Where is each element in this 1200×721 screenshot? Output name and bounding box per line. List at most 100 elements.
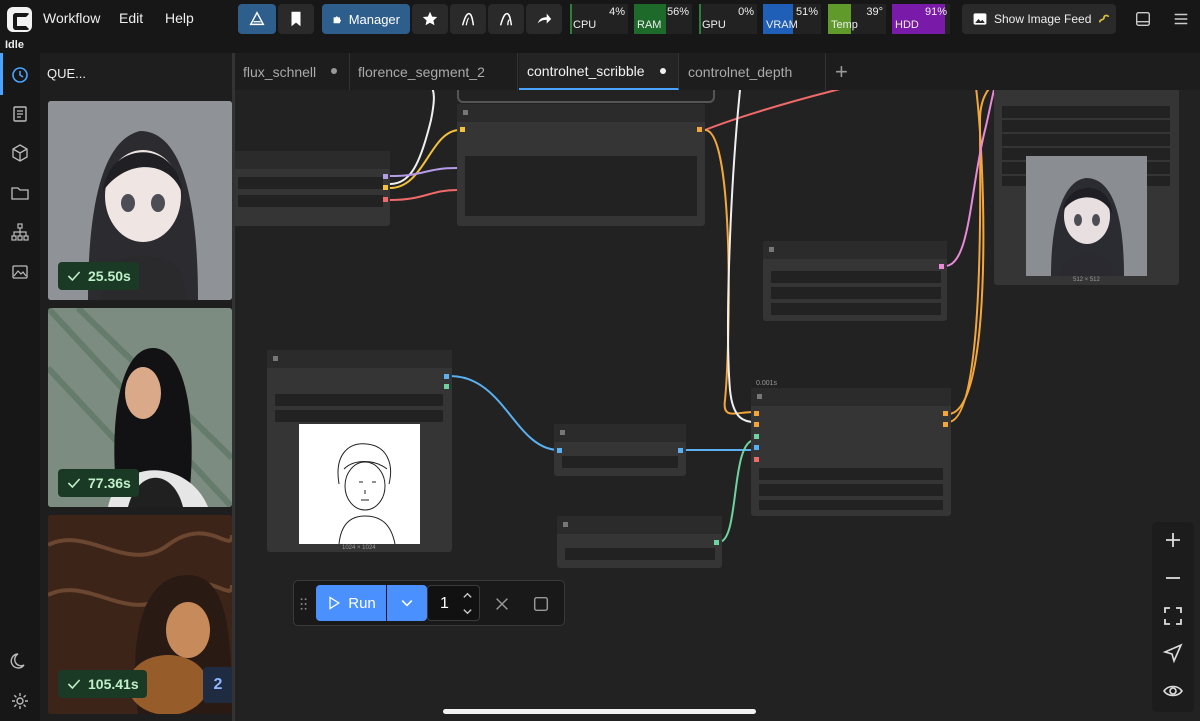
unsaved-dot-icon bbox=[331, 68, 337, 74]
input-port[interactable] bbox=[754, 411, 759, 416]
cube-icon[interactable] bbox=[10, 143, 30, 163]
settings-gear-icon[interactable] bbox=[10, 691, 30, 711]
star-icon[interactable] bbox=[412, 4, 448, 34]
gallery-icon[interactable] bbox=[10, 262, 30, 282]
sidebar bbox=[0, 53, 40, 721]
menu-edit[interactable]: Edit bbox=[119, 10, 143, 26]
node-widget[interactable] bbox=[562, 456, 678, 468]
node-loader[interactable] bbox=[235, 151, 390, 226]
node-preprocessor[interactable] bbox=[554, 424, 686, 476]
output-port[interactable] bbox=[383, 185, 388, 190]
tab-controlnet-scribble[interactable]: controlnet_scribble bbox=[519, 53, 679, 90]
zoom-out-icon[interactable] bbox=[1162, 567, 1184, 589]
node-widget[interactable] bbox=[275, 410, 443, 422]
node-widget[interactable] bbox=[759, 500, 943, 510]
tab-florence-segment-2[interactable]: florence_segment_2 bbox=[350, 53, 518, 90]
node-load-image[interactable]: 1024 × 1024 bbox=[267, 350, 452, 552]
output-port[interactable] bbox=[444, 374, 449, 379]
node-apply-controlnet[interactable] bbox=[751, 388, 951, 516]
input-port[interactable] bbox=[754, 422, 759, 427]
node-controlnet-loader[interactable] bbox=[763, 241, 947, 321]
input-port[interactable] bbox=[460, 127, 465, 132]
monitor-vram: VRAM 51% bbox=[763, 4, 821, 34]
node-widget[interactable] bbox=[565, 548, 715, 560]
node-encoder[interactable] bbox=[457, 104, 705, 226]
moon-icon[interactable] bbox=[10, 651, 30, 671]
cancel-x-icon[interactable] bbox=[493, 595, 511, 613]
output-port[interactable] bbox=[444, 384, 449, 389]
node-widget[interactable] bbox=[759, 468, 943, 480]
monitor-label: GPU bbox=[702, 19, 726, 31]
share-arrow-icon[interactable] bbox=[526, 4, 562, 34]
check-icon bbox=[67, 679, 81, 690]
fit-view-icon[interactable] bbox=[1162, 605, 1184, 627]
node-tree-icon[interactable] bbox=[10, 222, 30, 242]
node-widget[interactable] bbox=[759, 484, 943, 496]
output-port[interactable] bbox=[939, 264, 944, 269]
increment-icon[interactable] bbox=[462, 590, 473, 601]
node-widget[interactable] bbox=[238, 177, 383, 189]
output-port[interactable] bbox=[697, 127, 702, 132]
output-port[interactable] bbox=[943, 411, 948, 416]
bookmark-icon[interactable] bbox=[278, 4, 314, 34]
node-widget[interactable] bbox=[1002, 134, 1170, 146]
node-graph-canvas[interactable]: 1024 × 1024 0.001s 512 × 512 bbox=[235, 90, 1200, 721]
queue-triangle-icon[interactable] bbox=[238, 4, 276, 34]
panel-toggle-icon[interactable] bbox=[1128, 4, 1158, 34]
node-title bbox=[557, 516, 722, 534]
node-text-widget[interactable] bbox=[465, 156, 697, 216]
node-exec-time: 0.001s bbox=[756, 380, 778, 387]
node-widget[interactable] bbox=[275, 394, 443, 406]
queue-count-badge[interactable]: 2 bbox=[203, 667, 232, 703]
output-port[interactable] bbox=[714, 540, 719, 545]
eye-icon[interactable] bbox=[1162, 680, 1184, 702]
node-widget[interactable] bbox=[771, 287, 941, 299]
manager-button[interactable]: Manager bbox=[322, 4, 410, 34]
tab-label: flux_schnell bbox=[243, 63, 317, 80]
document-icon[interactable] bbox=[10, 104, 30, 124]
history-icon[interactable] bbox=[10, 65, 30, 85]
output-port[interactable] bbox=[678, 448, 683, 453]
node-widget[interactable] bbox=[771, 271, 941, 283]
input-image-dims: 1024 × 1024 bbox=[342, 545, 376, 551]
input-port[interactable] bbox=[557, 448, 562, 453]
run-button[interactable]: Run bbox=[316, 585, 386, 621]
node-preview-image[interactable]: 512 × 512 bbox=[994, 90, 1179, 285]
model-alt-icon[interactable] bbox=[488, 4, 524, 34]
model-icon[interactable] bbox=[450, 4, 486, 34]
node-widget[interactable] bbox=[1002, 120, 1170, 132]
stop-square-icon[interactable] bbox=[532, 595, 550, 613]
batch-count-input[interactable]: 1 bbox=[427, 585, 480, 621]
node-widget[interactable] bbox=[238, 195, 383, 207]
decrement-icon[interactable] bbox=[462, 606, 473, 617]
navigate-arrow-icon[interactable] bbox=[1162, 642, 1184, 664]
new-tab-plus-icon[interactable]: + bbox=[835, 59, 848, 85]
menu-help[interactable]: Help bbox=[165, 10, 194, 26]
menu-workflow[interactable]: Workflow bbox=[43, 10, 100, 26]
node-widget[interactable] bbox=[771, 303, 941, 315]
tab-flux-schnell[interactable]: flux_schnell bbox=[235, 53, 350, 90]
node-widget[interactable] bbox=[1002, 106, 1170, 118]
input-port[interactable] bbox=[754, 445, 759, 450]
output-port[interactable] bbox=[943, 422, 948, 427]
tab-controlnet-depth[interactable]: controlnet_depth bbox=[680, 53, 826, 90]
run-options-dropdown[interactable] bbox=[387, 585, 427, 621]
input-port[interactable] bbox=[754, 457, 759, 462]
hamburger-menu-icon[interactable] bbox=[1166, 4, 1196, 34]
drag-handle-icon[interactable] bbox=[300, 596, 308, 612]
output-port[interactable] bbox=[383, 174, 388, 179]
home-indicator bbox=[443, 709, 756, 714]
show-image-feed-button[interactable]: Show Image Feed bbox=[962, 4, 1116, 34]
output-image-dims: 512 × 512 bbox=[1073, 277, 1100, 283]
node-title bbox=[267, 350, 452, 368]
input-port[interactable] bbox=[754, 434, 759, 439]
manager-label: Manager bbox=[348, 11, 400, 27]
output-port[interactable] bbox=[383, 197, 388, 202]
comfy-logo-icon[interactable] bbox=[7, 7, 32, 32]
node-vae[interactable] bbox=[557, 516, 722, 568]
folder-icon[interactable] bbox=[10, 183, 30, 203]
zoom-in-icon[interactable] bbox=[1162, 529, 1184, 551]
monitor-label: VRAM bbox=[766, 19, 798, 31]
canvas-controls bbox=[1152, 522, 1194, 712]
node-title bbox=[457, 104, 705, 122]
